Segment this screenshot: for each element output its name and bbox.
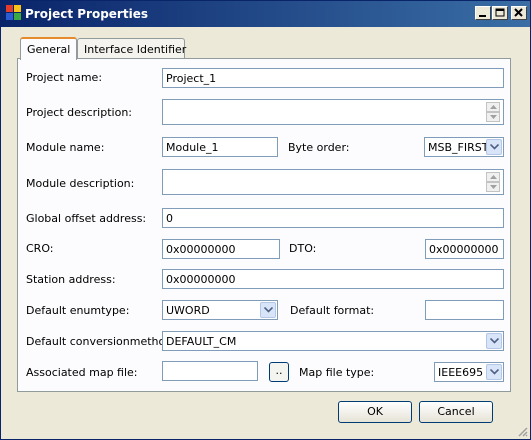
cro-label: CRO: [26, 242, 54, 255]
minimize-button[interactable] [475, 6, 491, 20]
default-conversionmethod-value: DEFAULT_CM [166, 335, 237, 348]
project-properties-window: Project Properties General Interface Ide… [0, 0, 531, 440]
browse-map-file-button[interactable]: .. [269, 362, 289, 382]
associated-map-file-label: Associated map file: [26, 366, 138, 379]
default-conversionmethod-label: Default conversionmethod: [26, 335, 176, 348]
default-enumtype-dropdown-button[interactable] [260, 302, 276, 318]
project-name-label: Project name: [26, 71, 103, 84]
project-description-scroll-down[interactable] [486, 112, 500, 122]
default-conversionmethod-dropdown-button[interactable] [486, 333, 502, 349]
resize-grip-icon[interactable] [516, 425, 528, 437]
station-address-input[interactable]: 0x00000000 [162, 269, 504, 289]
project-description-label: Project description: [26, 106, 132, 119]
spin-down-icon [490, 185, 497, 189]
spin-up-icon [490, 105, 497, 109]
dto-label: DTO: [289, 242, 317, 255]
default-enumtype-value: UWORD [166, 304, 210, 317]
spin-down-icon [490, 115, 497, 119]
chevron-down-icon [264, 307, 273, 313]
module-description-input[interactable] [162, 169, 504, 195]
byte-order-value: MSB_FIRST [428, 141, 489, 154]
cancel-button[interactable]: Cancel [419, 401, 493, 423]
byte-order-dropdown-button[interactable] [486, 139, 502, 155]
associated-map-file-input[interactable] [162, 361, 258, 381]
maximize-icon [495, 8, 505, 17]
module-description-scroll-down[interactable] [486, 182, 500, 192]
global-offset-address-label: Global offset address: [26, 212, 147, 225]
minimize-icon [479, 15, 486, 17]
module-name-label: Module name: [26, 141, 105, 154]
chevron-down-icon [490, 144, 499, 150]
map-file-type-value: IEEE695 [438, 366, 484, 379]
default-conversionmethod-select[interactable]: DEFAULT_CM [162, 331, 504, 351]
spin-up-icon [490, 175, 497, 179]
chevron-down-icon [490, 338, 499, 344]
map-file-type-label: Map file type: [299, 366, 375, 379]
close-button[interactable] [511, 6, 527, 20]
project-name-input[interactable]: Project_1 [162, 68, 504, 88]
default-format-label: Default format: [290, 304, 375, 317]
cro-input[interactable]: 0x00000000 [162, 239, 280, 259]
default-format-input[interactable] [425, 300, 504, 320]
map-file-type-dropdown-button[interactable] [486, 364, 502, 380]
byte-order-label: Byte order: [288, 141, 350, 154]
maximize-button[interactable] [492, 6, 508, 20]
title-bar[interactable]: Project Properties [1, 1, 530, 27]
project-description-input[interactable] [162, 99, 504, 125]
default-enumtype-label: Default enumtype: [26, 304, 130, 317]
module-description-label: Module description: [26, 177, 135, 190]
module-description-scroll-up[interactable] [486, 172, 500, 182]
module-name-input[interactable]: Module_1 [162, 137, 278, 157]
map-file-type-select[interactable]: IEEE695 [434, 362, 504, 382]
global-offset-address-input[interactable]: 0 [162, 208, 504, 228]
chevron-down-icon [490, 369, 499, 375]
tab-interface-identifier[interactable]: Interface Identifier [77, 38, 186, 59]
default-enumtype-select[interactable]: UWORD [162, 300, 278, 320]
ok-button[interactable]: OK [338, 401, 412, 423]
tab-general[interactable]: General [20, 37, 77, 60]
general-panel: Project name: Project_1 Project descript… [17, 58, 511, 392]
project-icon [6, 5, 22, 21]
station-address-label: Station address: [26, 273, 116, 286]
close-icon [514, 8, 523, 17]
window-title: Project Properties [25, 7, 148, 21]
byte-order-select[interactable]: MSB_FIRST [424, 137, 504, 157]
dto-input[interactable]: 0x00000000 [425, 239, 504, 259]
project-description-scroll-up[interactable] [486, 102, 500, 112]
